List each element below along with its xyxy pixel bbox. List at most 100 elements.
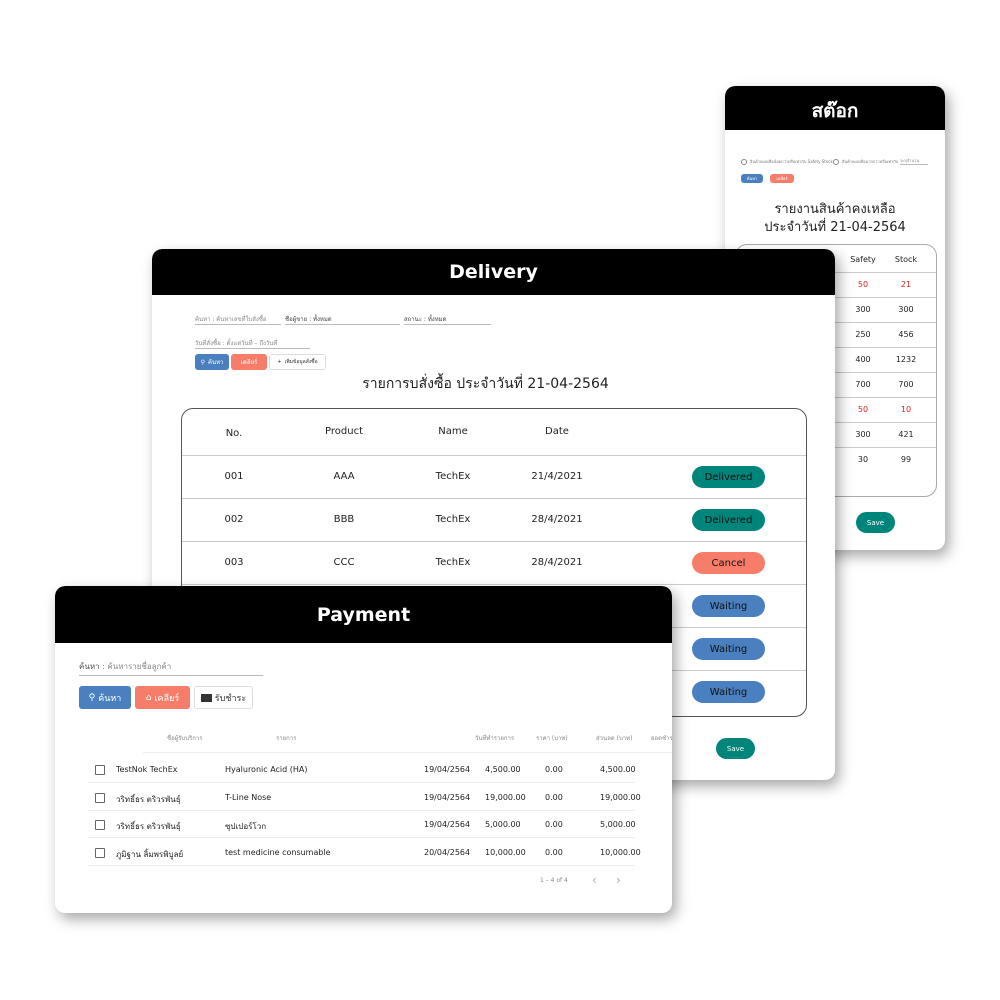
col-product: Product [325, 426, 363, 437]
stock-value: 421 [898, 430, 914, 439]
payment-card: Payment ค้นหา : ค้นหารายชื่อลูกค้า ⚲ ค้นห… [55, 586, 672, 913]
order-date-input[interactable]: วันที่สั่งซื้อ : ตั้งแต่วันที่ – ถึงวันท… [195, 338, 310, 349]
payment-title: Payment [55, 586, 672, 643]
payment-cell: T-Line Nose [225, 792, 272, 802]
payment-cell: 0.00 [545, 847, 563, 857]
payment-col: รายการ [276, 735, 297, 742]
delivery-title: Delivery [152, 249, 835, 295]
safety-value: 400 [855, 355, 871, 364]
stock-quantity-input[interactable]: ระบุจำนวน [900, 157, 928, 165]
next-page-button[interactable]: › [616, 873, 621, 887]
payment-col: วันที่ทำรายการ [475, 735, 515, 742]
col-no: No. [225, 428, 243, 439]
delivery-list-title: รายการบสั่งซื้อ ประจำวันที่ 21-04-2564 [362, 376, 609, 392]
payment-col: ชื่อผู้รับบริการ [167, 735, 203, 742]
radio-low-stock[interactable] [741, 159, 747, 165]
safety-value: 50 [857, 280, 869, 289]
payment-cell: TestNok TechEx [116, 765, 178, 774]
payment-cell: Hyaluronic Acid (HA) [225, 765, 308, 774]
stock-search-button[interactable]: ค้นหา [741, 174, 763, 183]
order-date: 21/4/2021 [531, 471, 583, 482]
status-badge[interactable]: Cancel [692, 552, 765, 574]
payment-cell: 0.00 [545, 792, 563, 802]
prev-page-button[interactable]: ‹ [592, 873, 597, 887]
payment-search-label: ค้นหา [79, 662, 100, 671]
payment-row: ภูมิฐาน ลิ้มพรพิบูลย์ test medicine consu… [88, 839, 641, 866]
payment-cell: 19/04/2564 [424, 792, 471, 802]
order-no: 002 [224, 514, 244, 525]
payment-cell: 0.00 [545, 765, 563, 774]
payment-search-label-btn: ค้นหา [98, 693, 122, 704]
safety-value: 250 [855, 330, 871, 339]
order-product: BBB [333, 514, 355, 525]
payment-cell: 19,000.00 [600, 792, 641, 802]
payment-cell: 4,500.00 [485, 765, 521, 774]
payment-cell: 19,000.00 [485, 792, 526, 802]
stock-report-date: ประจำวันที่ 21-04-2564 [764, 220, 906, 235]
radio-min-stock[interactable] [833, 159, 839, 165]
payment-cell: test medicine consumable [225, 847, 331, 857]
delivery-save-button[interactable]: Save [716, 738, 755, 759]
order-product: AAA [333, 471, 355, 482]
delivery-clear-button[interactable]: เคลียร์ [231, 354, 267, 370]
payment-table-header: ชื่อผู้รับบริการ รายการ วันที่ทำรายการ ราคา… [143, 726, 672, 753]
delivery-row: 003 CCC TechEx 28/4/2021 Cancel [182, 541, 806, 584]
payment-clear-button[interactable]: ⌂ เคลียร์ [135, 686, 190, 709]
eraser-icon: ⌂ [145, 692, 152, 703]
row-checkbox[interactable] [95, 820, 105, 830]
status-badge[interactable]: Waiting [692, 595, 765, 617]
payment-cell: 5,000.00 [600, 820, 636, 829]
safety-value: 700 [855, 380, 871, 389]
payment-cell: 19/04/2564 [424, 765, 471, 774]
search-icon: ⚲ [200, 358, 205, 366]
safety-value: 50 [857, 405, 869, 414]
payment-cell: 10,000.00 [600, 847, 641, 857]
status-badge[interactable]: Waiting [692, 638, 765, 660]
payment-cell: 19/04/2564 [424, 820, 471, 829]
row-checkbox[interactable] [95, 765, 105, 775]
order-no: 003 [224, 557, 244, 568]
pagination-label: 1 – 4 of 4 [540, 877, 568, 884]
payment-cell: 10,000.00 [485, 847, 526, 857]
delivery-row: 002 BBB TechEx 28/4/2021 Delivered [182, 498, 806, 541]
payment-row: วริทธิ์ธร ตริวรพันธุ์ T-Line Nose 19/04/25… [88, 784, 641, 811]
col-safety: Safety [850, 255, 876, 264]
safety-value: 300 [855, 430, 871, 439]
payment-cell: 0.00 [545, 820, 563, 829]
payment-cell: 20/04/2564 [424, 847, 471, 857]
delivery-search-input[interactable]: ค้นหา : ค้นหาเลขที่ใบสั่งซื้อ [195, 314, 281, 325]
payment-cell: 5,000.00 [485, 820, 521, 829]
payment-search-button[interactable]: ⚲ ค้นหา [79, 686, 131, 709]
row-checkbox[interactable] [95, 792, 105, 803]
seller-select[interactable]: ชื่อผู้ขาย : ทั้งหมด [285, 314, 400, 325]
order-date: 28/4/2021 [531, 557, 583, 568]
stock-value: 21 [900, 280, 912, 289]
payment-clear-label: เคลียร์ [154, 693, 180, 704]
row-checkbox[interactable] [95, 847, 105, 858]
safety-value: 30 [857, 455, 869, 464]
status-badge[interactable]: Delivered [692, 509, 765, 531]
payment-cell: วริทธิ์ธร ตริวรพันธุ์ [116, 794, 181, 804]
delivery-search-button[interactable]: ⚲ ค้นหา [195, 354, 229, 370]
stock-value: 99 [900, 455, 912, 464]
radio-min-stock-label: สินค้าคงเหลือมากกว่าหรือเท่ากับ [842, 159, 899, 164]
order-name: TechEx [435, 514, 471, 525]
receive-payment-label: รับชำระ [214, 693, 247, 704]
add-order-button[interactable]: + เพิ่มข้อมูลสั่งซื้อ [269, 354, 326, 370]
status-select[interactable]: สถานะ : ทั้งหมด [404, 314, 491, 325]
status-badge[interactable]: Waiting [692, 681, 765, 703]
stock-value: 300 [898, 305, 914, 314]
col-stock: Stock [894, 255, 918, 264]
order-date: 28/4/2021 [531, 514, 583, 525]
payment-search-input[interactable]: ค้นหา : ค้นหารายชื่อลูกค้า [79, 660, 263, 676]
delivery-row: 001 AAA TechEx 21/4/2021 Delivered [182, 455, 806, 498]
stock-search-label: ค้นหา [746, 176, 758, 181]
status-badge[interactable]: Delivered [692, 466, 765, 488]
payment-row: วริทธิ์ธร ตริวรพันธุ์ ซุปเปอร์โวก 19/04/25… [88, 811, 636, 838]
stock-clear-button[interactable]: เคลียร์ [770, 174, 794, 183]
order-no: 001 [224, 471, 244, 482]
receive-payment-button[interactable]: รับชำระ [194, 686, 253, 709]
payment-cell: 4,500.00 [600, 765, 636, 774]
stock-save-button[interactable]: Save [856, 512, 895, 533]
delivery-search-label: ค้นหา [207, 359, 224, 366]
